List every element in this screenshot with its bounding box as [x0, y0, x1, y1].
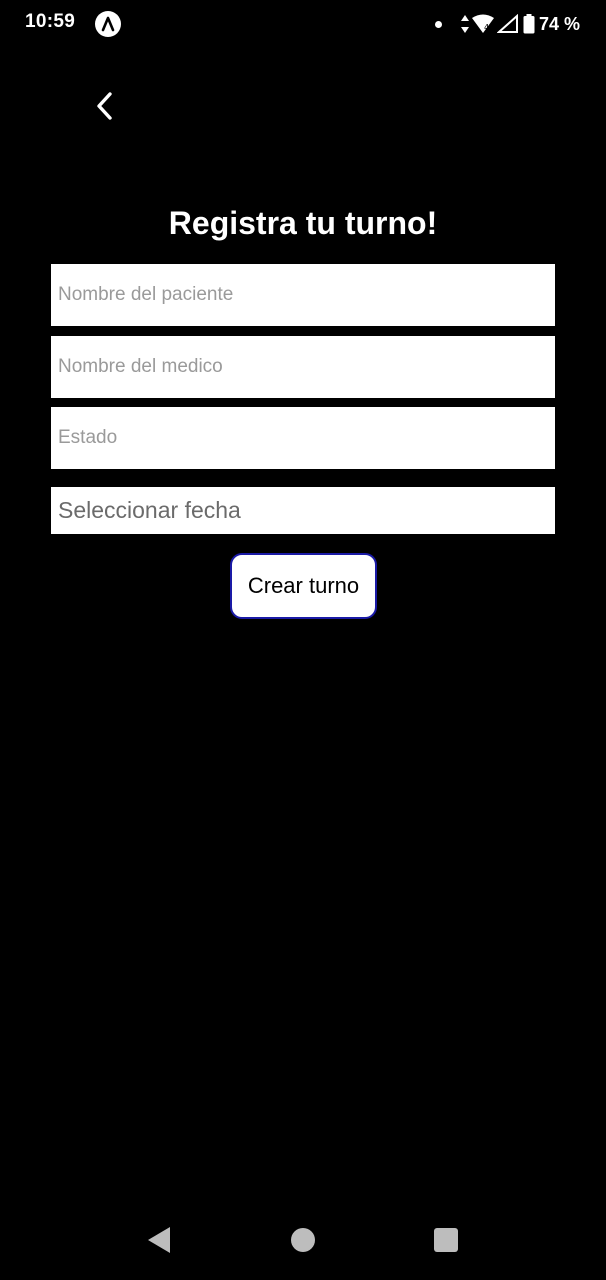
navigation-bar: [0, 1200, 606, 1280]
status-icons: 4 74 %: [434, 11, 580, 37]
battery-percent: 74 %: [538, 13, 580, 34]
back-button[interactable]: [86, 84, 126, 128]
patient-name-input[interactable]: [51, 264, 555, 326]
svg-text:4: 4: [484, 23, 489, 32]
battery-icon: [523, 14, 535, 34]
wifi-icon: 4: [471, 14, 494, 33]
status-time: 10:59: [25, 11, 76, 32]
status-bar: 10:59 4 74 %: [0, 0, 606, 48]
chevron-left-icon: [97, 92, 112, 120]
app-notification-icon: [95, 11, 121, 37]
page-title: Registra tu turno!: [168, 205, 438, 241]
nav-recents-icon[interactable]: [434, 1228, 458, 1252]
doctor-name-input[interactable]: [51, 336, 555, 398]
select-date-label: Seleccionar fecha: [58, 497, 241, 523]
dot-icon: [434, 20, 442, 28]
select-date-field[interactable]: Seleccionar fecha: [51, 487, 555, 534]
nav-home-icon[interactable]: [291, 1228, 315, 1252]
data-arrows-icon: [460, 15, 469, 33]
create-turn-button[interactable]: Crear turno: [230, 553, 377, 619]
state-input[interactable]: [51, 407, 555, 469]
nav-back-icon[interactable]: [146, 1226, 172, 1254]
signal-icon: [496, 14, 518, 33]
